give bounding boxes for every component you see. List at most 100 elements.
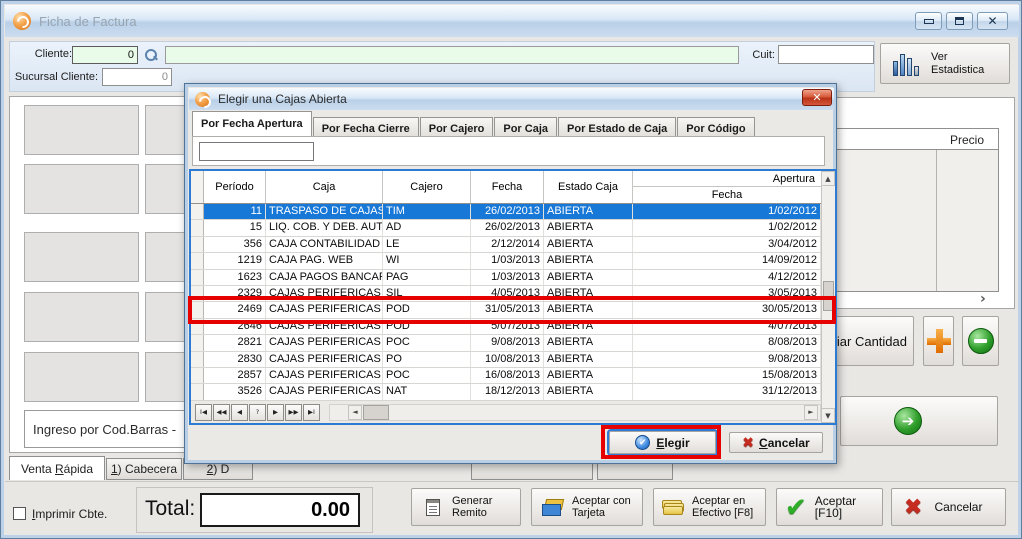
dialog-cancelar-button[interactable]: ✖ Cancelar [729,432,823,453]
sucursal-field[interactable]: 0 [102,68,172,86]
cancelar-button[interactable]: ✖ Cancelar [891,488,1006,526]
vscroll-down-icon[interactable]: ▼ [821,408,835,423]
minimize-button[interactable] [915,12,942,30]
grid-cell: CAJAS PERIFERICAS [266,319,383,334]
tab-venta-rapida-label: Venta Rápida [21,462,93,476]
navigator-button-7[interactable]: ▶I [303,404,320,421]
grid-cell: 9/08/2013 [633,352,821,367]
row-indicator [191,335,204,350]
col-cajero[interactable]: Cajero [383,171,471,203]
grid-row[interactable]: 2830CAJAS PERIFERICASPO10/08/2013ABIERTA… [191,352,835,368]
navigator-button-5[interactable]: ▶ [267,404,284,421]
next-step-button[interactable]: ➔ [840,396,998,446]
elegir-label: Elegir [656,436,689,450]
search-client-button[interactable] [143,47,159,63]
hscroll-right-icon[interactable]: ► [804,405,818,420]
dialog-tab-1[interactable]: Por Fecha Apertura [192,111,312,136]
horizontal-scrollbar[interactable]: ◄ ► [329,404,821,421]
vertical-scrollbar[interactable] [821,186,835,408]
grid-cell: 10/08/2013 [471,352,544,367]
col-apertura-band[interactable]: Apertura Fecha [633,171,821,203]
grid-cell: 2830 [204,352,266,367]
col-fecha[interactable]: Fecha [471,171,544,203]
navigator-button-6[interactable]: ▶▶ [285,404,302,421]
cliente-code-field[interactable]: 0 [72,46,138,64]
grid-row[interactable]: 3526CAJAS PERIFERICASNAT18/12/2013ABIERT… [191,384,835,400]
col-periodo[interactable]: Período [204,171,266,203]
cuit-field[interactable] [778,45,874,64]
col-caja[interactable]: Caja [266,171,383,203]
grid-cell: AD [383,220,471,235]
grid-cell: SIL [383,286,471,301]
col-estado[interactable]: Estado Caja [544,171,633,203]
vscroll-up-icon[interactable]: ▲ [821,171,835,186]
filter-input[interactable] [199,142,314,161]
tab-cabecera[interactable]: 1) Cabecera [106,458,182,480]
hscroll-left-icon[interactable]: ◄ [348,405,362,420]
quick-product-button[interactable] [24,164,139,214]
grid-row[interactable]: 2646CAJAS PERIFERICASPOD5/07/2013ABIERTA… [191,319,835,335]
tab-venta-rapida[interactable]: Venta Rápida [9,456,105,480]
aceptar-tarjeta-button[interactable]: Aceptar con Tarjeta [531,488,643,526]
generar-remito-button[interactable]: Generar Remito [411,488,521,526]
grid-cell: 2821 [204,335,266,350]
grid-rows: 11TRASPASO DE CAJAS PERTIM26/02/2013ABIE… [191,204,835,401]
grid-cell: CAJAS PERIFERICAS [266,302,383,317]
tab-cabecera-label: 1) Cabecera [111,462,177,476]
grid-row[interactable]: 2469CAJAS PERIFERICASPOD31/05/2013ABIERT… [191,302,835,318]
row-indicator [191,270,204,285]
grid-cell: 5/07/2013 [471,319,544,334]
maximize-button[interactable] [946,12,973,30]
navigator-button-3[interactable]: ◀ [231,404,248,421]
footer-divider [5,481,1019,482]
grid-cell: 3526 [204,384,266,399]
navigator-button-4[interactable]: ? [249,404,266,421]
grid-cell: 2/12/2014 [471,237,544,252]
grid-row[interactable]: 2821CAJAS PERIFERICASPOC9/08/2013ABIERTA… [191,335,835,351]
cliente-name-field[interactable] [165,46,739,64]
grid-cell: WI [383,253,471,268]
grid-row[interactable]: 11TRASPASO DE CAJAS PERTIM26/02/2013ABIE… [191,204,835,220]
band-fecha-label: Fecha [633,187,821,203]
hscroll-thumb[interactable] [363,405,389,420]
ver-estadistica-button[interactable]: Ver Estadistica [880,43,1010,84]
grid-row[interactable]: 1219CAJA PAG. WEBWI1/03/2013ABIERTA14/09… [191,253,835,269]
row-indicator [191,384,204,399]
grid-row[interactable]: 1623CAJA PAGOS BANCARIOSPAG1/03/2013ABIE… [191,270,835,286]
dialog-x-icon: ✖ [742,434,754,451]
grid-cell: 2469 [204,302,266,317]
grid-row[interactable]: 2329CAJAS PERIFERICASSIL4/05/2013ABIERTA… [191,286,835,302]
aceptar-efectivo-button[interactable]: Aceptar en Efectivo [F8] [653,488,766,526]
close-button[interactable]: ✕ [977,12,1008,30]
quick-product-button[interactable] [24,105,139,155]
grid-cell: 18/12/2013 [471,384,544,399]
navigator-button-1[interactable]: I◀ [195,404,212,421]
grid-cell: POD [383,302,471,317]
band-apertura-label: Apertura [633,171,821,187]
grid-cell: 4/07/2013 [633,319,821,334]
grid-cell: ABIERTA [544,286,633,301]
grid-cell: ABIERTA [544,270,633,285]
navigator-button-2[interactable]: ◀◀ [213,404,230,421]
row-indicator [191,253,204,268]
quick-product-button[interactable] [24,352,139,402]
vscroll-thumb[interactable] [823,281,834,311]
imprimir-checkbox[interactable] [13,507,26,520]
grid-row[interactable]: 15LIQ. COB. Y DEB. AUTOAD26/02/2013ABIER… [191,220,835,236]
quick-product-button[interactable] [24,232,139,282]
grid-cell: 15/08/2013 [633,368,821,383]
grid-row[interactable]: 2857CAJAS PERIFERICASPOC16/08/2013ABIERT… [191,368,835,384]
grid-row[interactable]: 356CAJA CONTABILIDADLE2/12/2014ABIERTA3/… [191,237,835,253]
items-scroll-right-icon[interactable]: › [980,291,986,307]
remove-item-button[interactable] [962,316,999,366]
grid-cell: PO [383,352,471,367]
grid-cell: 26/02/2013 [471,220,544,235]
minimize-icon [924,19,934,24]
cancelar-label: Cancelar [934,501,982,513]
elegir-button[interactable]: ✔ Elegir [609,431,716,454]
dialog-close-button[interactable]: ✕ [802,89,832,106]
aceptar-button[interactable]: ✔ Aceptar [F10] [776,488,883,526]
add-item-button[interactable] [923,316,954,366]
quick-product-button[interactable] [24,292,139,342]
grid-cell: CAJAS PERIFERICAS [266,384,383,399]
